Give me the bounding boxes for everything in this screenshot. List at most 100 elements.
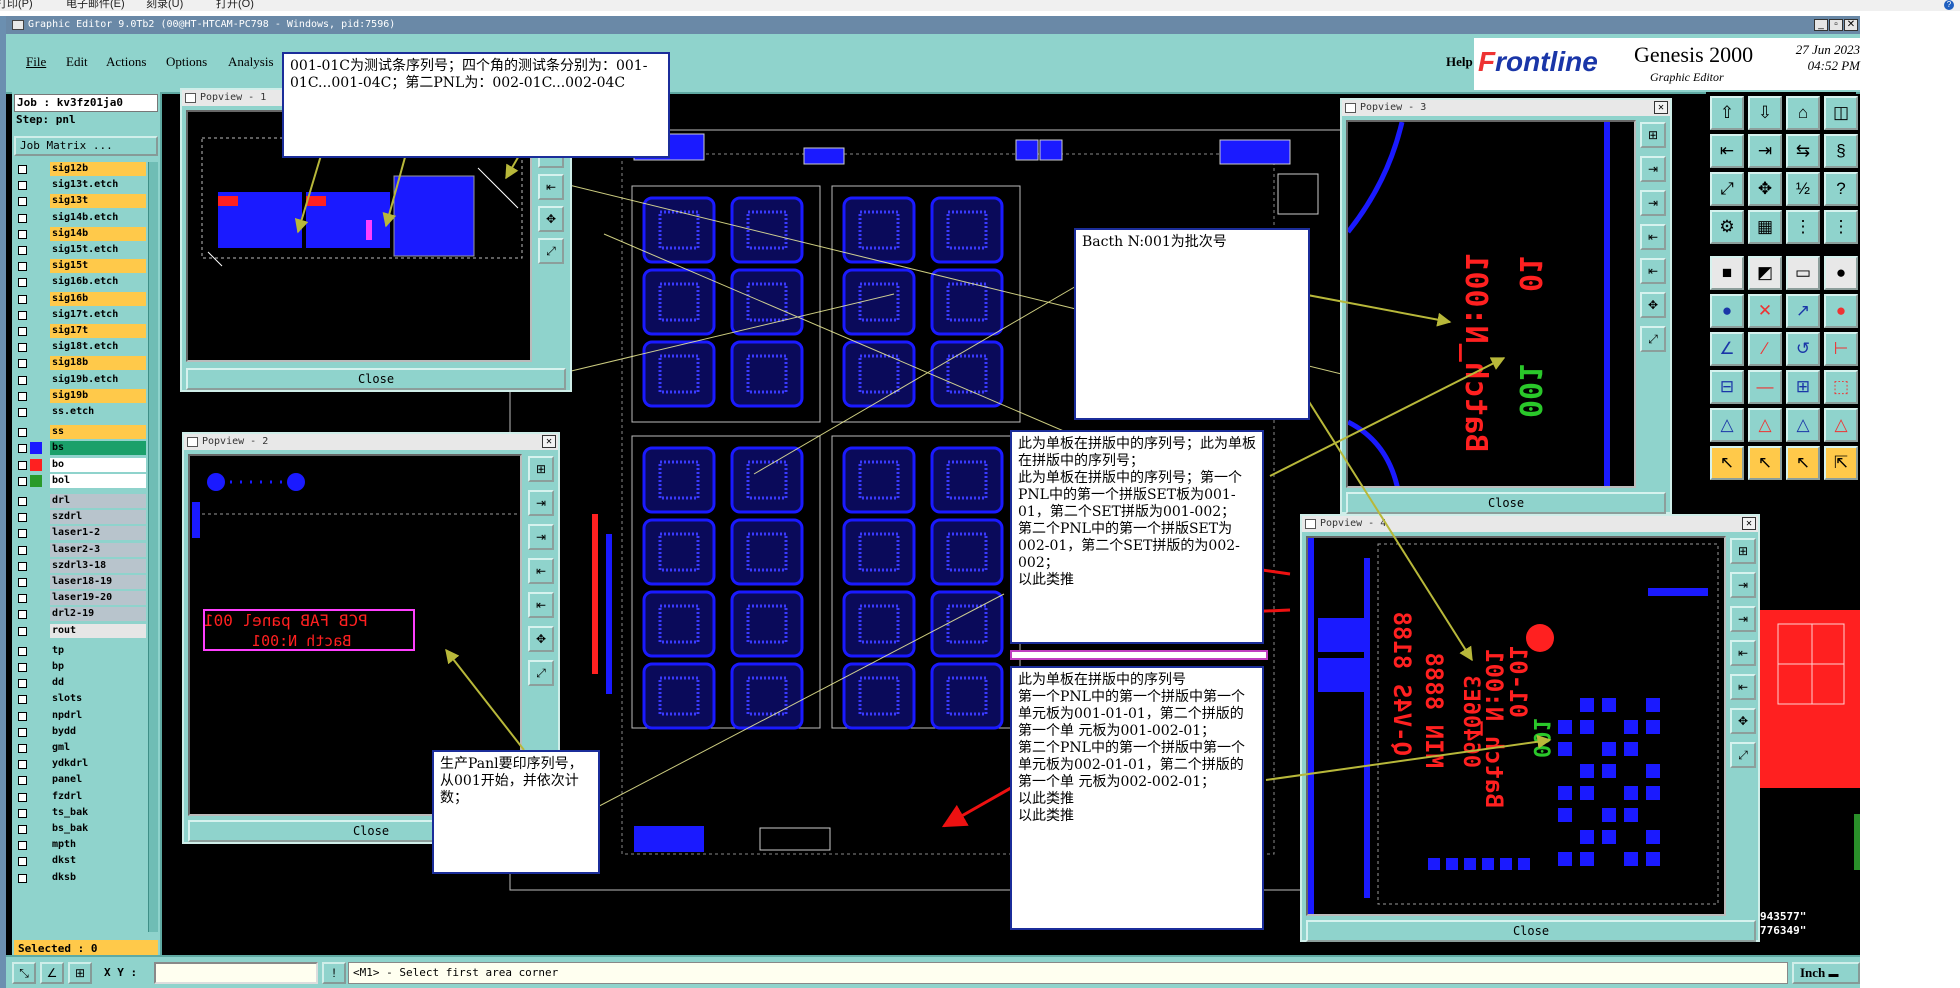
- pattern-icon[interactable]: ⊢: [1824, 332, 1858, 366]
- layer-checkbox[interactable]: [18, 428, 27, 438]
- menu-edit[interactable]: Edit: [66, 54, 88, 70]
- popview-4-close-x[interactable]: ✕: [1742, 517, 1756, 530]
- grid-toggle-icon[interactable]: ⊞: [68, 962, 92, 984]
- layer-row[interactable]: bo: [14, 457, 146, 472]
- layer-checkbox[interactable]: [18, 711, 27, 721]
- pop-pan-icon[interactable]: ✥: [528, 626, 554, 652]
- popview-3-close-x[interactable]: ✕: [1654, 101, 1668, 114]
- layer-row[interactable]: szdrl: [14, 510, 146, 525]
- popview-1-close-button[interactable]: Close: [186, 368, 566, 390]
- layer-checkbox[interactable]: [18, 310, 27, 320]
- layer-row[interactable]: bp: [14, 660, 146, 674]
- host-menu-print[interactable]: 打印(P): [0, 0, 33, 10]
- pop-import-icon[interactable]: ⇥: [528, 524, 554, 550]
- layer-row[interactable]: laser19-20: [14, 591, 146, 606]
- layer-row[interactable]: laser2-3: [14, 542, 146, 557]
- layer-checkbox[interactable]: [18, 497, 27, 506]
- layer-checkbox[interactable]: [18, 841, 27, 851]
- snap-icon[interactable]: ⋮: [1786, 210, 1820, 244]
- swap-icon[interactable]: ⇆: [1786, 134, 1820, 168]
- layer-checkbox[interactable]: [18, 513, 27, 523]
- split-icon[interactable]: ◫: [1824, 96, 1858, 130]
- measure-icon[interactable]: ⚙: [1710, 210, 1744, 244]
- diagonal-icon[interactable]: ∕: [1748, 332, 1782, 366]
- layer-checkbox[interactable]: [18, 278, 27, 288]
- layer-row[interactable]: bol: [14, 473, 146, 488]
- layer-checkbox[interactable]: [18, 857, 27, 867]
- pop-pan-icon[interactable]: ✥: [1640, 292, 1666, 318]
- layer-checkbox[interactable]: [18, 165, 27, 174]
- layer-checkbox[interactable]: [18, 545, 27, 555]
- layer-row[interactable]: bs: [14, 441, 146, 456]
- pop-next-icon[interactable]: ⇤: [1640, 258, 1666, 284]
- step-out-icon[interactable]: ⇥: [1748, 134, 1782, 168]
- pop-prev-icon[interactable]: ⇤: [528, 558, 554, 584]
- layer-list-scrollbar[interactable]: [148, 162, 158, 932]
- edit-pad-icon[interactable]: ⊟: [1710, 370, 1744, 404]
- popview-3-view[interactable]: Batch_N:001 01 001: [1346, 120, 1636, 488]
- zoom-area-icon[interactable]: ⤡: [12, 962, 36, 984]
- layer-checkbox[interactable]: [18, 343, 27, 353]
- layer-row[interactable]: fzdrl: [14, 789, 146, 804]
- cross-icon[interactable]: ✕: [1748, 294, 1782, 328]
- info-icon[interactable]: !: [322, 962, 346, 984]
- layer-checkbox[interactable]: [18, 294, 27, 304]
- pop-zoom-in-icon[interactable]: ⊞: [1730, 538, 1756, 564]
- popview-3-close-button[interactable]: Close: [1346, 492, 1666, 514]
- layer-row[interactable]: ts_bak: [14, 805, 146, 820]
- layer-checkbox[interactable]: [18, 873, 27, 883]
- layer-checkbox[interactable]: [18, 776, 27, 786]
- pop-export-icon[interactable]: ⇥: [1730, 572, 1756, 598]
- home-icon[interactable]: ⌂: [1786, 96, 1820, 130]
- layers-icon[interactable]: ⋮: [1824, 210, 1858, 244]
- help-icon[interactable]: ?: [1944, 0, 1954, 10]
- layer-checkbox[interactable]: [18, 246, 27, 255]
- layer-row[interactable]: sig13t.etch: [14, 178, 146, 193]
- measure-tool-icon[interactable]: ∠: [40, 962, 64, 984]
- layer-checkbox[interactable]: [18, 213, 27, 223]
- layer-row[interactable]: ss: [14, 425, 146, 440]
- layer-checkbox[interactable]: [18, 181, 27, 191]
- layer-checkbox[interactable]: [18, 327, 27, 336]
- pop-fit-icon[interactable]: ⤢: [1730, 742, 1756, 768]
- popview-4-close-button[interactable]: Close: [1306, 920, 1756, 942]
- transform-icon[interactable]: ⇱: [1824, 446, 1858, 480]
- layer-row[interactable]: bs_bak: [14, 822, 146, 836]
- pop-export-icon[interactable]: ⇥: [528, 490, 554, 516]
- pop-import-icon[interactable]: ⇤: [538, 174, 564, 200]
- triangle-b-icon[interactable]: △: [1748, 408, 1782, 442]
- add-circle-icon[interactable]: ●: [1824, 256, 1858, 290]
- menu-help[interactable]: Help: [1446, 54, 1473, 70]
- zoom-icon[interactable]: ✥: [1748, 172, 1782, 206]
- fit-icon[interactable]: ⤢: [1710, 172, 1744, 206]
- layer-row[interactable]: sig15t.etch: [14, 243, 146, 257]
- layer-checkbox[interactable]: [18, 359, 27, 369]
- layer-row[interactable]: sig19b.etch: [14, 372, 146, 387]
- layer-row[interactable]: dkst: [14, 854, 146, 869]
- arc-icon[interactable]: ↺: [1786, 332, 1820, 366]
- pop-import-icon[interactable]: ⇥: [1730, 606, 1756, 632]
- layer-checkbox[interactable]: [18, 229, 27, 239]
- add-pad-icon[interactable]: ■: [1710, 256, 1744, 290]
- layer-checkbox[interactable]: [18, 594, 27, 604]
- layer-row[interactable]: sig14b.etch: [14, 210, 146, 225]
- layer-checkbox[interactable]: [18, 375, 27, 385]
- layer-checkbox[interactable]: [18, 561, 27, 571]
- host-menu-open[interactable]: 打开(O): [216, 0, 254, 10]
- layer-checkbox[interactable]: [18, 197, 27, 207]
- units-selector[interactable]: Inch ▬: [1792, 962, 1860, 984]
- connect-icon[interactable]: ●: [1710, 294, 1744, 328]
- layer-row[interactable]: drl2-19: [14, 607, 146, 622]
- layer-row[interactable]: laser18-19: [14, 575, 146, 589]
- layer-row[interactable]: sig14b: [14, 226, 146, 241]
- layer-checkbox[interactable]: [18, 727, 27, 737]
- layer-checkbox[interactable]: [18, 476, 27, 486]
- menu-actions[interactable]: Actions: [106, 54, 146, 70]
- layer-row[interactable]: sig18b: [14, 356, 146, 371]
- layer-row[interactable]: ydkdrl: [14, 757, 146, 772]
- layer-checkbox[interactable]: [18, 610, 27, 620]
- select-icon[interactable]: ↖: [1748, 446, 1782, 480]
- ratio-icon[interactable]: ½: [1786, 172, 1820, 206]
- grid-icon[interactable]: ▦: [1748, 210, 1782, 244]
- pop-fit-icon[interactable]: ⤢: [1640, 326, 1666, 352]
